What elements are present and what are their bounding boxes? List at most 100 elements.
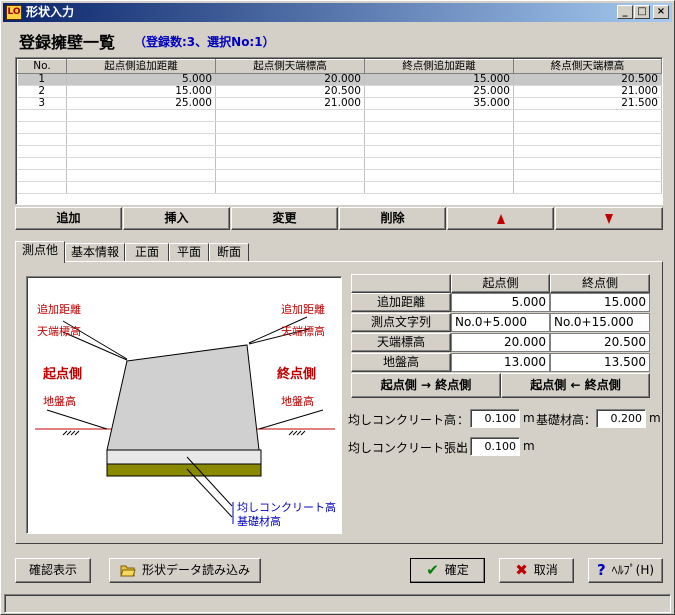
param-label-top: 天端標高 (351, 333, 451, 352)
colon-label: ： (457, 441, 470, 455)
label-left-top: 天端標高 (37, 325, 81, 338)
table-row-empty[interactable] (17, 181, 662, 194)
col-header-end-top[interactable]: 終点側天端標高 (513, 59, 662, 74)
cell-end-dist: 15.000 (364, 73, 514, 86)
start-ground-input[interactable]: 13.000 (451, 353, 550, 372)
table-row-empty[interactable] (17, 121, 662, 134)
cell-start-top: 21.000 (215, 97, 365, 110)
tab-basic-info[interactable]: 基本情報 (65, 243, 125, 261)
help-button[interactable]: ? ﾍﾙﾌﾟ(H) (588, 558, 663, 583)
table-row[interactable]: 1 5.000 20.000 15.000 20.500 (17, 73, 662, 86)
folder-open-icon (120, 565, 136, 577)
colon-label: ： (457, 413, 470, 427)
arrow-down-icon (605, 213, 613, 224)
ok-button[interactable]: ✔ 確定 (410, 558, 485, 583)
col-header-start-dist[interactable]: 起点側追加距離 (66, 59, 216, 74)
table-row[interactable]: 3 25.000 21.000 35.000 21.500 (17, 97, 662, 110)
help-label: ﾍﾙﾌﾟ(H) (611, 563, 655, 577)
copy-start-to-end-button[interactable]: 起点側 → 終点側 (351, 373, 501, 398)
cross-icon: ✖ (515, 561, 528, 579)
change-button[interactable]: 変更 (231, 207, 338, 230)
end-station-input[interactable]: No.0+15.000 (550, 313, 650, 332)
leader-left-ground (46, 409, 108, 430)
hatch-right (288, 430, 306, 436)
label-right-top: 天端標高 (281, 325, 325, 338)
maximize-button[interactable]: □ (634, 5, 650, 19)
tab-front[interactable]: 正面 (125, 243, 169, 261)
title-bar[interactable]: LO 形状入力 _ □ × (3, 3, 672, 22)
check-icon: ✔ (426, 561, 439, 579)
cell-start-top: 20.000 (215, 73, 365, 86)
delete-button[interactable]: 削除 (339, 207, 446, 230)
start-dist-input[interactable]: 5.000 (451, 293, 550, 312)
retaining-wall-grid[interactable]: No. 起点側追加距離 起点側天端標高 終点側追加距離 終点側天端標高 1 5.… (15, 57, 663, 205)
list-count-text: （登録数:3、選択No:1） (134, 35, 275, 49)
question-icon: ? (596, 561, 606, 579)
cancel-label: 取消 (533, 563, 558, 577)
param-corner (351, 274, 451, 293)
cell-no: 1 (17, 73, 67, 86)
tab-section[interactable]: 断面 (209, 243, 249, 261)
leader-right-ground (258, 409, 324, 430)
status-bar (4, 594, 671, 613)
overhang-input[interactable]: 0.100 (470, 437, 520, 456)
param-label-ground: 地盤高 (351, 353, 451, 372)
leveling-height-label: 均しコンクリート高 (348, 413, 457, 427)
add-button[interactable]: 追加 (15, 207, 122, 230)
tab-plan[interactable]: 平面 (169, 243, 209, 261)
insert-button[interactable]: 挿入 (123, 207, 230, 230)
foundation-height-label: 基礎材高： (536, 413, 597, 427)
move-down-button[interactable] (555, 207, 663, 230)
row-button-bar: 追加 挿入 変更 削除 (15, 207, 663, 230)
param-label-dist: 追加距離 (351, 293, 451, 312)
leveling-height-input[interactable]: 0.100 (470, 409, 520, 428)
window-title: 形状入力 (26, 5, 75, 19)
confirm-view-button[interactable]: 確認表示 (15, 558, 91, 583)
unit-m-label: m (523, 439, 535, 453)
wall-diagram: 追加距離 天端標高 起点側 地盤高 追加距離 天端標高 終点側 地盤高 均しコン… (26, 276, 342, 534)
load-shape-button[interactable]: 形状データ読み込み (109, 558, 261, 583)
end-dist-input[interactable]: 15.000 (550, 293, 650, 312)
cell-end-dist: 35.000 (364, 97, 514, 110)
table-row-empty[interactable] (17, 145, 662, 158)
table-row-empty[interactable] (17, 169, 662, 182)
end-top-input[interactable]: 20.500 (550, 333, 650, 352)
minimize-button[interactable]: _ (617, 5, 633, 19)
move-up-button[interactable] (447, 207, 554, 230)
copy-end-to-start-button[interactable]: 起点側 ← 終点側 (501, 373, 650, 398)
cell-start-dist: 25.000 (66, 97, 216, 110)
ok-label: 確定 (444, 563, 469, 577)
cell-no: 3 (17, 97, 67, 110)
table-row-empty[interactable] (17, 133, 662, 146)
table-row-empty[interactable] (17, 109, 662, 122)
label-end-side: 終点側 (277, 367, 317, 382)
close-button[interactable]: × (653, 5, 669, 19)
table-row-empty[interactable] (17, 157, 662, 170)
cell-end-dist: 25.000 (364, 85, 514, 98)
cell-end-top: 20.500 (513, 73, 662, 86)
table-row[interactable]: 2 15.000 20.500 25.000 21.000 (17, 85, 662, 98)
tab-survey-point[interactable]: 測点他 (15, 241, 65, 263)
col-header-start-top[interactable]: 起点側天端標高 (215, 59, 365, 74)
start-station-input[interactable]: No.0+5.000 (451, 313, 550, 332)
app-icon: LO (6, 5, 22, 20)
load-shape-label: 形状データ読み込み (141, 563, 250, 577)
col-header-end-dist[interactable]: 終点側追加距離 (364, 59, 514, 74)
cancel-button[interactable]: ✖ 取消 (499, 558, 574, 583)
col-header-no[interactable]: No. (17, 59, 67, 74)
label-right-dist: 追加距離 (281, 303, 325, 316)
param-col-end: 終点側 (550, 274, 650, 293)
param-col-start: 起点側 (451, 274, 550, 293)
label-start-side: 起点側 (43, 367, 83, 382)
foundation-layer (106, 463, 262, 477)
start-top-input[interactable]: 20.000 (451, 333, 550, 352)
shape-input-window: LO 形状入力 _ □ × 登録擁壁一覧 （登録数:3、選択No:1） No. … (0, 0, 675, 615)
cell-start-top: 20.500 (215, 85, 365, 98)
wall-body (106, 344, 260, 451)
label-foundation: 基礎材高 (237, 515, 281, 528)
cell-no: 2 (17, 85, 67, 98)
arrow-up-icon (496, 213, 505, 224)
end-ground-input[interactable]: 13.500 (550, 353, 650, 372)
label-right-ground: 地盤高 (281, 395, 314, 408)
foundation-height-input[interactable]: 0.200 (596, 409, 646, 428)
